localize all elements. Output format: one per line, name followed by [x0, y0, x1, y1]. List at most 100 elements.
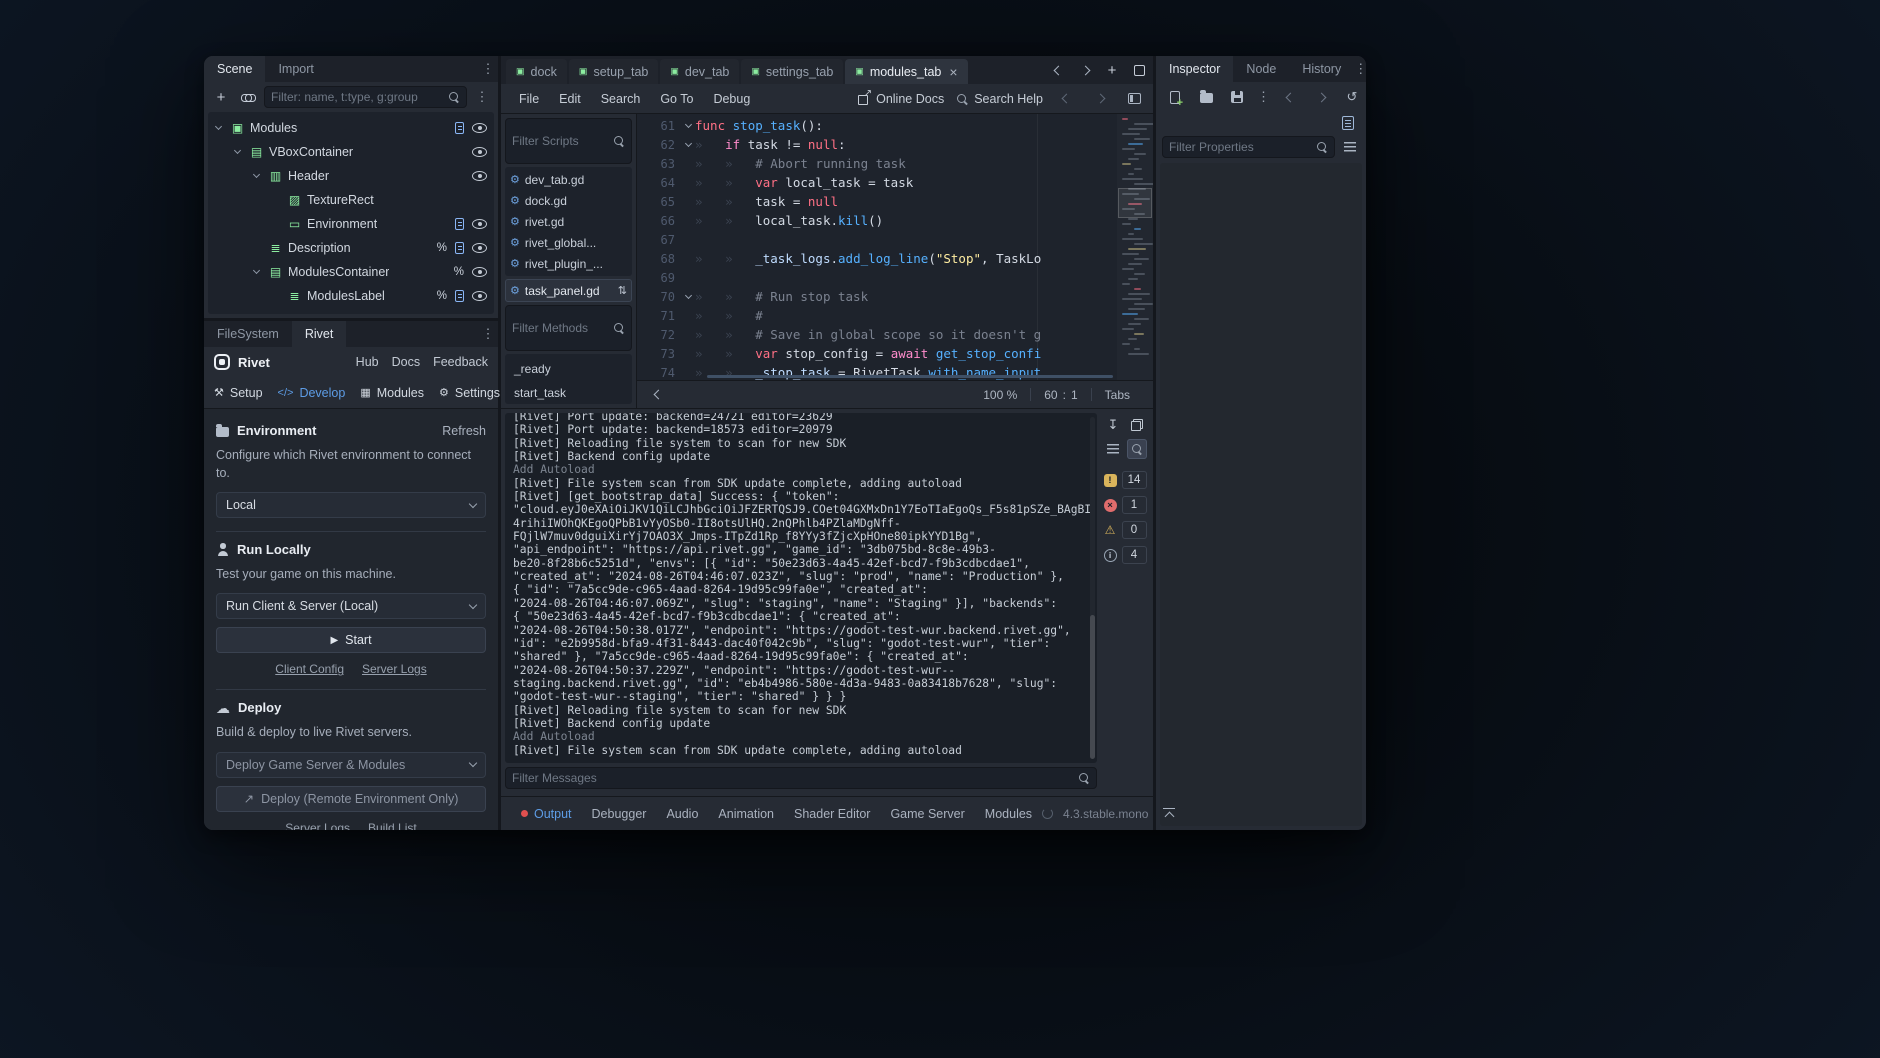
visibility-eye-icon[interactable] [472, 123, 487, 133]
filter-messages-input[interactable] [512, 771, 1072, 785]
toggle-scripts-panel-button[interactable] [1123, 88, 1145, 110]
unique-name-icon[interactable]: % [454, 266, 464, 278]
online-docs-button[interactable]: Online Docs [858, 92, 944, 106]
collapse-arrow-icon[interactable] [250, 271, 263, 273]
tree-node-environment[interactable]: ▭Environment [208, 212, 494, 236]
new-scene-tab-button[interactable]: + [1104, 62, 1120, 78]
fold-arrow-icon[interactable] [681, 144, 695, 146]
rivet-nav-modules[interactable]: ▦Modules [360, 386, 424, 400]
tab-import[interactable]: Import [265, 56, 326, 82]
next-scene-tab-button[interactable] [1077, 62, 1093, 78]
link-server-logs[interactable]: Server Logs [362, 662, 427, 676]
close-tab-icon[interactable]: × [949, 64, 957, 80]
tree-node-description[interactable]: ≣Description% [208, 236, 494, 260]
distraction-free-button[interactable] [1131, 62, 1147, 78]
menu-edit[interactable]: Edit [549, 84, 591, 113]
scene-filter-input[interactable] [271, 90, 442, 104]
scene-tab-dock[interactable]: ▣dock [506, 59, 567, 84]
scene-dock-options-icon[interactable]: ⋮ [478, 56, 498, 82]
output-filter-error[interactable]: ×1 [1104, 496, 1147, 514]
output-filter-warning[interactable]: ⚠0 [1104, 521, 1147, 539]
resource-options-icon[interactable]: ⋮ [1257, 89, 1270, 105]
open-docs-button[interactable] [1338, 113, 1358, 133]
collapse-duplicates-button[interactable] [1103, 439, 1123, 459]
bottom-tab-shader-editor[interactable]: Shader Editor [784, 797, 880, 830]
script-icon[interactable] [455, 122, 464, 134]
search-help-button[interactable]: Search Help [956, 92, 1043, 106]
rivet-nav-settings[interactable]: ⚙Settings [439, 386, 500, 400]
tree-node-modules[interactable]: ▣Modules [208, 116, 494, 140]
visibility-eye-icon[interactable] [472, 243, 487, 253]
link-client-config[interactable]: Client Config [275, 662, 344, 676]
visibility-eye-icon[interactable] [472, 147, 487, 157]
filter-properties-input[interactable] [1169, 140, 1310, 154]
output-log[interactable]: [Rivet] Port update: backend=24721 edito… [505, 413, 1097, 763]
fold-arrow-icon[interactable] [681, 296, 695, 298]
script-icon[interactable] [455, 242, 464, 254]
dock-options-icon[interactable]: ⋮ [478, 321, 498, 347]
log-scrollbar[interactable] [1090, 417, 1095, 759]
method--ready[interactable]: _ready [507, 357, 630, 381]
bottom-tab-output[interactable]: Output [511, 797, 582, 830]
horizontal-scrollbar[interactable] [707, 375, 1113, 378]
tab-node[interactable]: Node [1233, 56, 1289, 82]
prev-scene-tab-button[interactable] [1050, 62, 1066, 78]
visibility-eye-icon[interactable] [472, 291, 487, 301]
search-log-button[interactable] [1127, 439, 1147, 459]
tab-scene[interactable]: Scene [204, 56, 265, 82]
visibility-eye-icon[interactable] [472, 219, 487, 229]
inspector-options-icon[interactable]: ⋮ [1354, 56, 1366, 82]
bottom-tab-debugger[interactable]: Debugger [582, 797, 657, 830]
bottom-tab-game-server[interactable]: Game Server [880, 797, 974, 830]
unique-name-icon[interactable]: % [437, 242, 447, 254]
scene-tree-options-icon[interactable]: ⋮ [472, 89, 492, 105]
visibility-eye-icon[interactable] [472, 171, 487, 181]
add-node-button[interactable]: + [210, 86, 232, 108]
tree-node-vboxcontainer[interactable]: ▤VBoxContainer [208, 140, 494, 164]
tree-node-modulescontainer[interactable]: ▤ModulesContainer% [208, 260, 494, 284]
rivet-nav-setup[interactable]: ⚒Setup [214, 386, 263, 400]
start-button[interactable]: ▶ Start [216, 627, 486, 653]
script-dev-tab-gd[interactable]: ⚙dev_tab.gd [507, 169, 630, 190]
fold-arrow-icon[interactable] [681, 125, 695, 127]
refresh-button[interactable]: Refresh [442, 424, 486, 438]
load-resource-button[interactable] [1195, 86, 1217, 108]
tree-node-texturerect[interactable]: ▨TextureRect [208, 188, 494, 212]
sort-methods-icon[interactable]: ⇅ [618, 284, 627, 297]
tree-node-header[interactable]: ▥Header [208, 164, 494, 188]
code-editor-text[interactable]: 61func stop_task():62» if task != null:6… [637, 114, 1117, 380]
collapse-arrow-icon[interactable] [250, 175, 263, 177]
new-resource-button[interactable] [1164, 86, 1186, 108]
collapse-arrow-icon[interactable] [231, 151, 244, 153]
cursor-position[interactable]: 60 : 1 [1031, 388, 1090, 402]
script-rivet-gd[interactable]: ⚙rivet.gd [507, 211, 630, 232]
link-build-list[interactable]: Build List [368, 821, 417, 831]
script-icon[interactable] [455, 290, 464, 302]
bottom-tab-audio[interactable]: Audio [656, 797, 708, 830]
scene-tab-dev-tab[interactable]: ▣dev_tab [660, 59, 739, 84]
zoom-level[interactable]: 100 % [970, 388, 1030, 402]
tab-filesystem[interactable]: FileSystem [204, 321, 292, 347]
script-rivet-plugin-[interactable]: ⚙rivet_plugin_... [507, 253, 630, 274]
rivet-link-feedback[interactable]: Feedback [433, 355, 488, 369]
menu-debug[interactable]: Debug [703, 84, 760, 113]
scene-tab-modules-tab[interactable]: ▣modules_tab× [845, 59, 967, 84]
script-history-back-button[interactable] [1055, 88, 1077, 110]
script-rivet-global-[interactable]: ⚙rivet_global... [507, 232, 630, 253]
bottom-tab-modules[interactable]: Modules [975, 797, 1042, 830]
output-filter-info[interactable]: i4 [1104, 546, 1147, 564]
rivet-link-docs[interactable]: Docs [392, 355, 420, 369]
indent-type[interactable]: Tabs [1092, 388, 1143, 402]
unique-name-icon[interactable]: % [437, 290, 447, 302]
bottom-tab-animation[interactable]: Animation [708, 797, 784, 830]
output-filter-alert[interactable]: !14 [1104, 471, 1147, 489]
tab-history[interactable]: History [1289, 56, 1354, 82]
save-log-button[interactable]: ↧ [1103, 415, 1123, 435]
instance-scene-button[interactable] [237, 86, 259, 108]
minimap-viewport[interactable] [1118, 188, 1152, 218]
log-scrollbar-thumb[interactable] [1090, 615, 1095, 759]
tree-node-moduleslabel[interactable]: ≣ModulesLabel% [208, 284, 494, 308]
menu-search[interactable]: Search [591, 84, 651, 113]
scene-tab-settings-tab[interactable]: ▣settings_tab [741, 59, 843, 84]
rivet-nav-develop[interactable]: </>Develop [278, 386, 346, 400]
